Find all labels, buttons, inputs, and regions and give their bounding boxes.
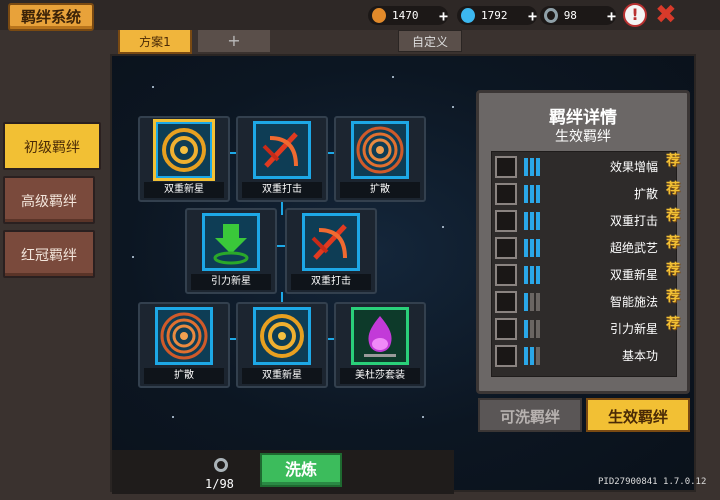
level-bars — [524, 293, 540, 311]
effect-boost-icon — [495, 156, 517, 178]
list-item: 智能施法 — [492, 289, 678, 315]
bond-name: 基本功 — [621, 349, 658, 363]
bond-name: 双重新星 — [609, 268, 658, 282]
recommend-badge: 荐 — [666, 235, 680, 251]
gem-counter: 1792 + — [457, 6, 537, 25]
spread-icon — [155, 307, 213, 365]
bond-slot[interactable]: 双重新星 — [236, 302, 328, 388]
recommend-badge: 荐 — [666, 181, 680, 197]
level-bars — [524, 239, 540, 257]
list-item: 效果增幅 — [492, 154, 678, 180]
ring-plus-button[interactable]: + — [607, 7, 616, 25]
gem-plus-button[interactable]: + — [528, 7, 537, 25]
bond-slot[interactable]: 美杜莎套装 — [334, 302, 426, 388]
basic-skill-icon — [495, 345, 517, 367]
tab-washable-bonds[interactable]: 可洗羁绊 — [478, 398, 582, 432]
bond-slot-label: 引力新星 — [191, 274, 271, 290]
carrot-plus-button[interactable]: + — [439, 7, 448, 25]
smart-cast-icon — [495, 291, 517, 313]
ring-counter: 98 + — [540, 6, 616, 25]
list-item: 超绝武艺 — [492, 235, 678, 261]
tab-redcrown-bond[interactable]: 红冠羁绊 — [3, 230, 95, 278]
bond-system-title[interactable]: 羁绊系统 — [8, 3, 94, 31]
bond-slot[interactable]: 双重打击 — [236, 116, 328, 202]
bond-slot[interactable]: 扩散 — [138, 302, 230, 388]
close-icon[interactable]: ✖ — [655, 2, 677, 28]
level-bars — [524, 320, 540, 338]
list-item: 双重新星 — [492, 262, 678, 288]
bond-name: 效果增幅 — [609, 160, 658, 174]
gem-icon — [461, 8, 476, 23]
details-subtitle: 生效羁绊 — [555, 129, 611, 145]
help-icon[interactable]: ! — [623, 3, 647, 27]
list-item: 引力新星 — [492, 316, 678, 342]
bond-slot-label: 美杜莎套装 — [340, 368, 420, 384]
recommend-badge: 荐 — [666, 153, 680, 169]
list-item: 扩散 — [492, 181, 678, 207]
recommend-badge: 荐 — [666, 316, 680, 332]
bond-slot[interactable]: 引力新星 — [185, 208, 277, 294]
level-bars — [524, 347, 540, 365]
bond-slot-label: 双重新星 — [242, 368, 322, 384]
gem-value: 1792 — [481, 9, 508, 22]
bond-name: 双重打击 — [609, 214, 658, 228]
ring-value: 98 — [563, 9, 577, 22]
double-strike-icon — [495, 210, 517, 232]
tab-advanced-bond[interactable]: 高级羁绊 — [3, 176, 95, 224]
bond-slot[interactable]: 扩散 — [334, 116, 426, 202]
tab-basic-bond[interactable]: 初级羁绊 — [3, 122, 101, 170]
tab-scheme-1[interactable]: 方案1 — [118, 30, 192, 54]
carrot-icon — [372, 8, 387, 23]
add-scheme-button[interactable]: + — [198, 30, 270, 52]
wash-button[interactable]: 洗炼 — [260, 453, 342, 487]
level-bars — [524, 185, 540, 203]
recommend-badge: 荐 — [666, 208, 680, 224]
gravity-nova-icon — [202, 213, 260, 271]
carrot-value: 1470 — [392, 9, 419, 22]
bond-slot-label: 双重打击 — [242, 182, 322, 198]
bond-details-panel: 羁绊详情 生效羁绊 效果增幅 扩散 双重打击 超绝武艺 双重新星 智能施法 引力… — [476, 90, 690, 394]
bond-slot[interactable]: 双重新星 — [138, 116, 230, 202]
medusa-set-icon — [351, 307, 409, 365]
spread-icon — [495, 183, 517, 205]
spread-icon — [351, 121, 409, 179]
ring-icon — [544, 8, 558, 23]
martial-art-icon — [495, 237, 517, 259]
level-bars — [524, 212, 540, 230]
level-bars — [524, 266, 540, 284]
recommend-badge: 荐 — [666, 289, 680, 305]
double-strike-icon — [302, 213, 360, 271]
bond-slot[interactable]: 双重打击 — [285, 208, 377, 294]
active-bond-list: 效果增幅 扩散 双重打击 超绝武艺 双重新星 智能施法 引力新星 基本功 — [491, 151, 677, 377]
custom-button[interactable]: 自定义 — [398, 30, 462, 52]
bond-slot-label: 双重新星 — [144, 182, 224, 198]
gravity-nova-icon — [495, 318, 517, 340]
wash-counter: 1/98 — [205, 477, 234, 491]
ring-icon — [214, 458, 228, 472]
bond-slot-label: 扩散 — [340, 182, 420, 198]
list-item: 双重打击 — [492, 208, 678, 234]
double-nova-icon — [153, 119, 215, 181]
tab-active-bonds[interactable]: 生效羁绊 — [586, 398, 690, 432]
recommend-badge: 荐 — [666, 262, 680, 278]
level-bars — [524, 158, 540, 176]
bond-name: 智能施法 — [609, 295, 658, 309]
version-label: PID27900841 1.7.0.12 — [598, 477, 707, 487]
list-item: 基本功 — [492, 343, 678, 369]
bond-slot-label: 扩散 — [144, 368, 224, 384]
double-nova-icon — [253, 307, 311, 365]
details-title: 羁绊详情 — [549, 108, 617, 128]
bond-name: 引力新星 — [609, 322, 658, 336]
double-strike-icon — [253, 121, 311, 179]
carrot-counter: 1470 + — [368, 6, 448, 25]
double-nova-icon — [495, 264, 517, 286]
bond-slot-label: 双重打击 — [291, 274, 371, 290]
bond-name: 超绝武艺 — [609, 241, 658, 255]
bond-name: 扩散 — [633, 187, 658, 201]
